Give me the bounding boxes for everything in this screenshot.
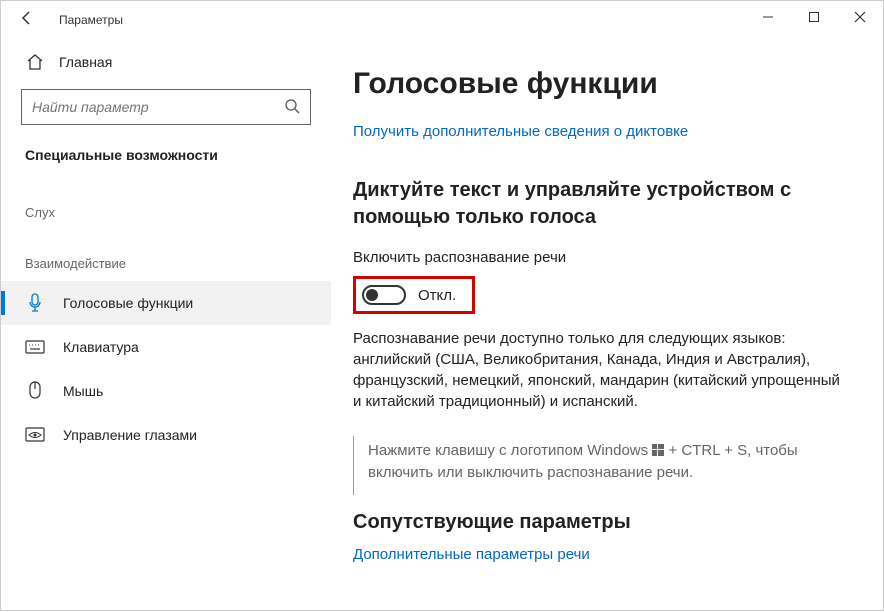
voice-control-heading: Диктуйте текст и управляйте устройством … bbox=[353, 177, 845, 231]
toggle-label: Включить распознавание речи bbox=[353, 249, 845, 266]
keyboard-icon bbox=[25, 340, 45, 354]
search-icon bbox=[284, 98, 300, 117]
additional-speech-settings-link[interactable]: Дополнительные параметры речи bbox=[353, 546, 590, 563]
mouse-icon bbox=[25, 381, 45, 401]
sidebar-item-label: Клавиатура bbox=[63, 339, 139, 355]
search-input[interactable] bbox=[32, 99, 284, 115]
search-box[interactable] bbox=[21, 89, 311, 125]
sidebar-item-label: Мышь bbox=[63, 383, 103, 399]
sidebar-item-mouse[interactable]: Мышь bbox=[1, 369, 331, 413]
sidebar-item-label: Управление глазами bbox=[63, 427, 197, 443]
home-label: Главная bbox=[59, 54, 112, 70]
home-nav[interactable]: Главная bbox=[1, 47, 331, 89]
toggle-state-text: Откл. bbox=[418, 287, 456, 304]
shortcut-hint-text: Нажмите клавишу с логотипом Windows + CT… bbox=[368, 440, 845, 483]
maximize-button[interactable] bbox=[791, 1, 837, 33]
languages-description: Распознавание речи доступно только для с… bbox=[353, 328, 845, 412]
window-title: Параметры bbox=[59, 13, 123, 27]
minimize-button[interactable] bbox=[745, 1, 791, 33]
dictation-info-link[interactable]: Получить дополнительные сведения о дикто… bbox=[353, 123, 688, 140]
sidebar-item-label: Голосовые функции bbox=[63, 295, 193, 311]
group-interaction: Взаимодействие bbox=[1, 230, 331, 281]
sidebar-item-voice[interactable]: Голосовые функции bbox=[1, 281, 331, 325]
back-button[interactable] bbox=[19, 10, 37, 31]
eye-control-icon bbox=[25, 427, 45, 443]
window-controls bbox=[745, 1, 883, 33]
close-button[interactable] bbox=[837, 1, 883, 33]
content-area: Голосовые функции Получить дополнительны… bbox=[331, 39, 883, 612]
windows-logo-icon bbox=[652, 441, 664, 462]
home-icon bbox=[25, 53, 45, 71]
group-hearing: Слух bbox=[1, 179, 331, 230]
page-title: Голосовые функции bbox=[353, 67, 845, 101]
sidebar-item-eye-control[interactable]: Управление глазами bbox=[1, 413, 331, 457]
sidebar: Главная Специальные возможности Слух Вза… bbox=[1, 39, 331, 612]
toggle-knob bbox=[366, 289, 378, 301]
speech-recognition-toggle-highlight: Откл. bbox=[353, 276, 475, 314]
related-settings-heading: Сопутствующие параметры bbox=[353, 511, 845, 534]
speech-recognition-toggle[interactable] bbox=[362, 285, 406, 305]
section-title: Специальные возможности bbox=[1, 147, 331, 179]
sidebar-item-keyboard[interactable]: Клавиатура bbox=[1, 325, 331, 369]
mic-icon bbox=[25, 293, 45, 313]
shortcut-hint: Нажмите клавишу с логотипом Windows + CT… bbox=[353, 436, 845, 495]
